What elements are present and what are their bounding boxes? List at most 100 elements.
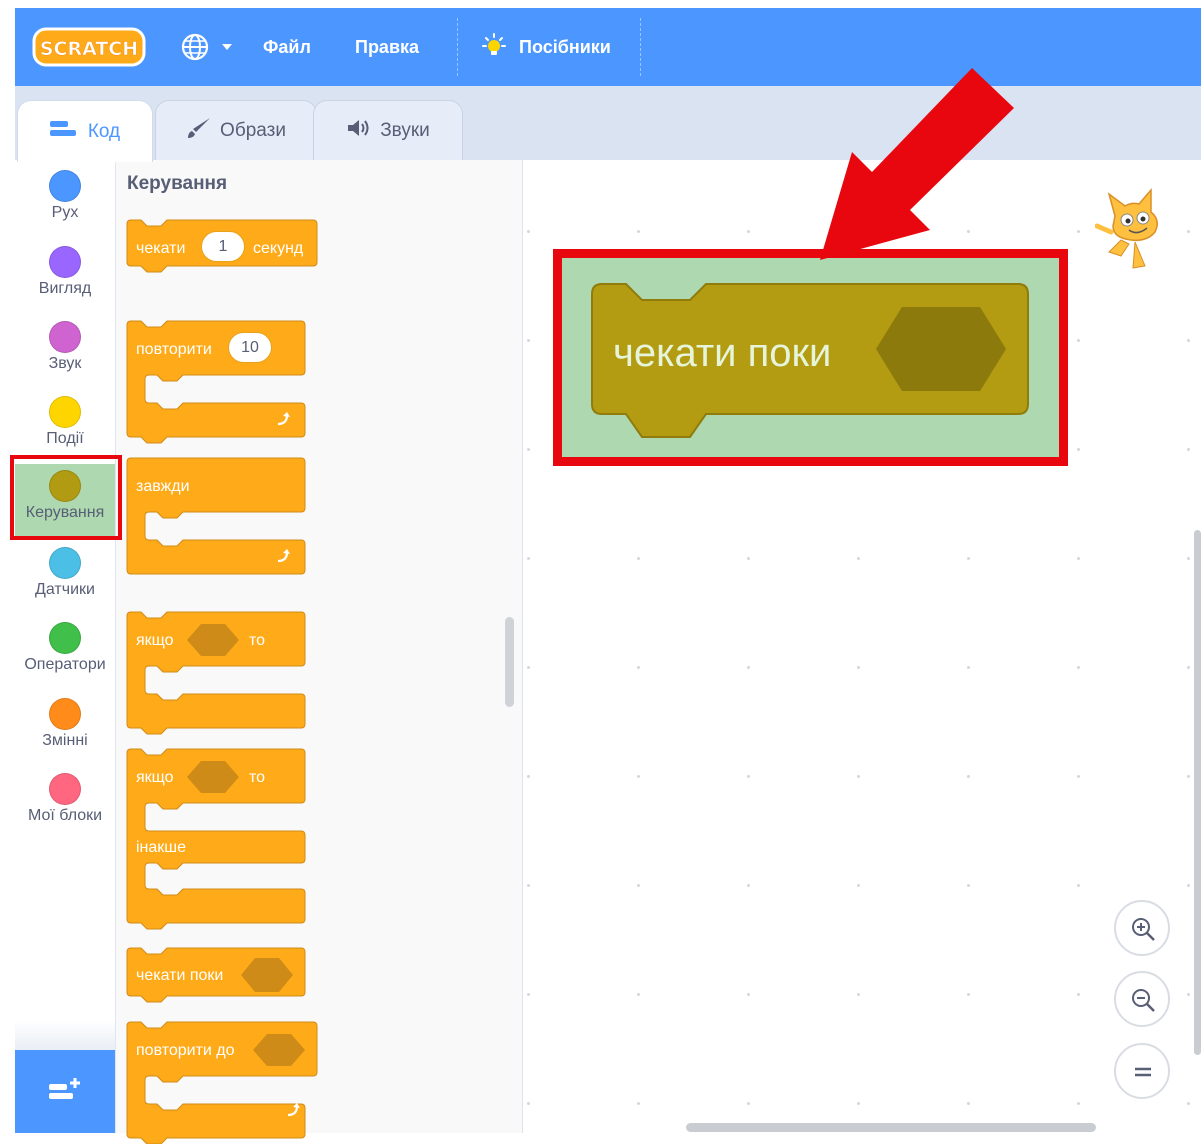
block-text: повторити bbox=[136, 341, 212, 358]
grid-dot bbox=[1077, 884, 1080, 887]
grid-dot bbox=[527, 557, 530, 560]
block-text: чекати bbox=[136, 240, 186, 257]
category-highlight-box bbox=[10, 455, 122, 540]
grid-dot bbox=[857, 884, 860, 887]
grid-dot bbox=[527, 666, 530, 669]
grid-dot bbox=[857, 993, 860, 996]
category-looks[interactable]: Вигляд bbox=[15, 246, 115, 298]
grid-dot bbox=[527, 230, 530, 233]
category-my-blocks[interactable]: Мої блоки bbox=[15, 773, 115, 825]
block-text: завжди bbox=[136, 478, 190, 495]
block-repeat-until[interactable]: повторити до bbox=[126, 1021, 318, 1144]
grid-dot bbox=[747, 666, 750, 669]
category-label: Рух bbox=[51, 204, 79, 221]
svg-text:SCRATCH: SCRATCH bbox=[40, 38, 138, 60]
tab-sounds[interactable]: Звуки bbox=[313, 100, 463, 160]
category-dot bbox=[49, 321, 81, 353]
block-text: якщо bbox=[136, 769, 174, 786]
grid-dot bbox=[1187, 448, 1190, 451]
tab-label: Звуки bbox=[380, 119, 430, 141]
number-input[interactable]: 1 bbox=[201, 231, 245, 262]
category-events[interactable]: Події bbox=[15, 396, 115, 448]
grid-dot bbox=[1187, 230, 1190, 233]
tab-code[interactable]: Код bbox=[17, 100, 153, 162]
grid-dot bbox=[527, 448, 530, 451]
grid-dot bbox=[747, 230, 750, 233]
category-sound[interactable]: Звук bbox=[15, 321, 115, 373]
category-fade bbox=[15, 1020, 115, 1050]
palette-section-title: Керування bbox=[127, 173, 228, 194]
category-motion[interactable]: Рух bbox=[15, 170, 115, 222]
category-label: Події bbox=[46, 430, 84, 447]
grid-dot bbox=[1077, 666, 1080, 669]
menu-file[interactable]: Файл bbox=[263, 36, 311, 58]
grid-dot bbox=[967, 1102, 970, 1105]
zoom-out-button[interactable] bbox=[1114, 971, 1170, 1027]
grid-dot bbox=[747, 1102, 750, 1105]
annotation-arrow bbox=[800, 60, 1040, 280]
grid-dot bbox=[637, 775, 640, 778]
grid-dot bbox=[637, 230, 640, 233]
grid-dot bbox=[527, 339, 530, 342]
block-repeat[interactable]: повторити 10 bbox=[126, 320, 306, 444]
lightbulb-icon[interactable] bbox=[479, 32, 509, 62]
block-if-then[interactable]: якщо то bbox=[126, 611, 306, 735]
add-extension-icon bbox=[49, 1076, 83, 1111]
grid-dot bbox=[857, 1102, 860, 1105]
block-wait-seconds[interactable]: чекати 1 секунд bbox=[126, 219, 318, 273]
category-variables[interactable]: Змінні bbox=[15, 698, 115, 750]
grid-dot bbox=[1077, 993, 1080, 996]
grid-dot bbox=[637, 884, 640, 887]
sprite-cat-icon[interactable] bbox=[1094, 186, 1167, 272]
zoom-in-button[interactable] bbox=[1114, 900, 1170, 956]
category-label: Мої блоки bbox=[27, 807, 103, 824]
category-label: Оператори bbox=[24, 656, 106, 673]
number-input[interactable]: 10 bbox=[228, 332, 272, 363]
tab-costumes[interactable]: Образи bbox=[155, 100, 317, 160]
block-forever[interactable]: завжди bbox=[126, 457, 306, 575]
grid-dot bbox=[1077, 339, 1080, 342]
zoom-reset-button[interactable] bbox=[1114, 1043, 1170, 1099]
speaker-icon bbox=[346, 118, 372, 144]
globe-icon[interactable] bbox=[180, 32, 216, 62]
zoom-in-icon bbox=[1129, 915, 1157, 948]
chevron-down-icon[interactable] bbox=[222, 44, 232, 50]
grid-dot bbox=[527, 1102, 530, 1105]
grid-dot bbox=[1077, 557, 1080, 560]
palette-scrollbar[interactable] bbox=[505, 617, 514, 707]
grid-dot bbox=[637, 557, 640, 560]
grid-dot bbox=[1187, 1102, 1190, 1105]
grid-dot bbox=[527, 884, 530, 887]
grid-dot bbox=[1187, 339, 1190, 342]
grid-dot bbox=[967, 884, 970, 887]
category-dot bbox=[49, 622, 81, 654]
category-sensing[interactable]: Датчики bbox=[15, 547, 115, 599]
menu-tutorials[interactable]: Посібники bbox=[519, 36, 611, 58]
grid-dot bbox=[967, 775, 970, 778]
workspace-scrollbar-horizontal[interactable] bbox=[686, 1123, 1096, 1132]
category-label: Звук bbox=[48, 355, 82, 372]
grid-dot bbox=[967, 666, 970, 669]
workspace-scrollbar-vertical[interactable] bbox=[1194, 530, 1201, 1055]
category-dot bbox=[49, 773, 81, 805]
block-text: інакше bbox=[136, 839, 187, 856]
grid-dot bbox=[527, 775, 530, 778]
block-text: то bbox=[249, 769, 266, 786]
menu-edit[interactable]: Правка bbox=[355, 36, 419, 58]
category-dot bbox=[49, 246, 81, 278]
category-operators[interactable]: Оператори bbox=[15, 622, 115, 674]
add-extension-button[interactable] bbox=[15, 1050, 115, 1133]
grid-dot bbox=[1077, 448, 1080, 451]
grid-dot bbox=[747, 557, 750, 560]
scratch-logo[interactable]: SCRATCH bbox=[32, 26, 146, 68]
grid-dot bbox=[967, 993, 970, 996]
block-wait-until[interactable]: чекати поки bbox=[126, 947, 306, 1003]
grid-dot bbox=[1077, 775, 1080, 778]
block-if-else[interactable]: якщо то інакше bbox=[126, 748, 306, 930]
block-text: то bbox=[249, 632, 266, 649]
block-text: повторити до bbox=[136, 1042, 235, 1059]
grid-dot bbox=[1187, 775, 1190, 778]
grid-dot bbox=[747, 884, 750, 887]
grid-dot bbox=[1077, 230, 1080, 233]
block-text: чекати поки bbox=[136, 967, 224, 984]
